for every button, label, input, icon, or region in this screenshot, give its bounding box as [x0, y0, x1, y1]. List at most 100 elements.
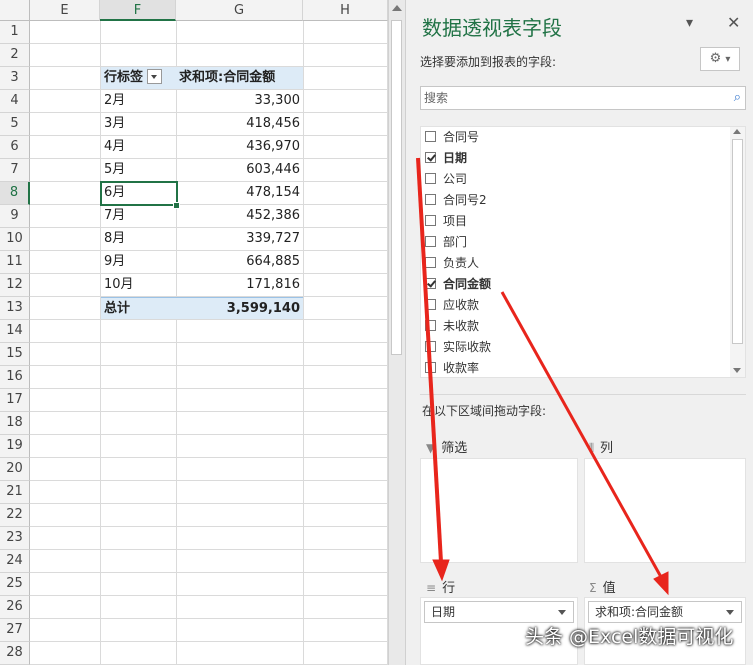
row-header[interactable]: 9 — [0, 205, 30, 228]
checkbox-checked[interactable] — [425, 152, 436, 163]
checkbox[interactable] — [425, 215, 436, 226]
pivot-row-value[interactable]: 664,885 — [176, 251, 303, 273]
row-header[interactable]: 25 — [0, 573, 30, 596]
gridline — [30, 365, 388, 366]
sheet-vertical-scrollbar[interactable] — [388, 0, 405, 665]
pivot-row-value[interactable]: 478,154 — [176, 182, 303, 204]
pivot-total-label[interactable]: 总计 — [101, 297, 176, 319]
row-header[interactable]: 10 — [0, 228, 30, 251]
field-item-receivable[interactable]: 应收款 — [425, 295, 479, 316]
pivot-row-label[interactable]: 8月 — [101, 228, 176, 250]
pivot-row-label[interactable]: 7月 — [101, 205, 176, 227]
row-header[interactable]: 26 — [0, 596, 30, 619]
row-header[interactable]: 3 — [0, 67, 30, 90]
pivot-row-value[interactable]: 33,300 — [176, 90, 303, 112]
row-header[interactable]: 11 — [0, 251, 30, 274]
rows-field-dropdown[interactable]: 日期 — [424, 601, 574, 623]
checkbox[interactable] — [425, 257, 436, 268]
row-header[interactable]: 22 — [0, 504, 30, 527]
pivot-row-label[interactable]: 3月 — [101, 113, 176, 135]
pivot-row-value[interactable]: 452,386 — [176, 205, 303, 227]
fill-handle[interactable] — [173, 202, 180, 209]
checkbox[interactable] — [425, 362, 436, 373]
row-header[interactable]: 13 — [0, 297, 30, 320]
checkbox[interactable] — [425, 194, 436, 205]
row-header[interactable]: 18 — [0, 412, 30, 435]
row-header[interactable]: 16 — [0, 366, 30, 389]
pivot-row-label[interactable]: 2月 — [101, 90, 176, 112]
column-header-h[interactable]: H — [303, 0, 388, 21]
pane-options-chevron-down-icon[interactable]: ▾ — [686, 15, 693, 31]
column-header-g[interactable]: G — [176, 0, 303, 21]
field-list-scrollbar[interactable] — [730, 127, 745, 377]
pivot-row-value[interactable]: 339,727 — [176, 228, 303, 250]
pivot-row-value[interactable]: 418,456 — [176, 113, 303, 135]
scrollbar-thumb[interactable] — [391, 20, 402, 355]
field-item-company[interactable]: 公司 — [425, 169, 467, 190]
checkbox[interactable] — [425, 299, 436, 310]
pivot-row-label[interactable]: 10月 — [101, 274, 176, 296]
field-item-contract-no-2[interactable]: 合同号2 — [425, 190, 487, 211]
close-icon[interactable]: ✕ — [727, 13, 740, 32]
field-list[interactable]: 合同号 日期 公司 合同号2 项目 部门 负责人 合同金额 应收款 未收款 实际… — [420, 126, 746, 378]
row-header[interactable]: 2 — [0, 44, 30, 67]
checkbox[interactable] — [425, 341, 436, 352]
scrollbar-thumb[interactable] — [732, 139, 743, 344]
row-header[interactable]: 23 — [0, 527, 30, 550]
checkbox[interactable] — [425, 131, 436, 142]
spreadsheet-grid[interactable]: E F G H 1 2 3 4 5 6 7 8 9 10 11 12 13 14… — [0, 0, 388, 665]
pivot-row-label[interactable]: 4月 — [101, 136, 176, 158]
row-header[interactable]: 14 — [0, 320, 30, 343]
filter-drop-area[interactable] — [420, 458, 578, 563]
field-search-input[interactable]: 搜索 ⌕ — [420, 86, 746, 110]
row-header[interactable]: 15 — [0, 343, 30, 366]
column-header-f[interactable]: F — [100, 0, 176, 21]
pivot-row-value[interactable]: 171,816 — [176, 274, 303, 296]
row-header[interactable]: 17 — [0, 389, 30, 412]
tools-gear-button[interactable]: ⚙ ▾ — [700, 47, 740, 71]
row-header[interactable]: 21 — [0, 481, 30, 504]
field-item-contract-no[interactable]: 合同号 — [425, 127, 479, 148]
row-header[interactable]: 6 — [0, 136, 30, 159]
pivot-row-value[interactable]: 436,970 — [176, 136, 303, 158]
field-item-owner[interactable]: 负责人 — [425, 253, 479, 274]
columns-drop-area[interactable] — [584, 458, 746, 563]
search-icon[interactable]: ⌕ — [734, 87, 741, 109]
row-header[interactable]: 12 — [0, 274, 30, 297]
row-header[interactable]: 7 — [0, 159, 30, 182]
checkbox[interactable] — [425, 320, 436, 331]
field-item-uncollected[interactable]: 未收款 — [425, 316, 479, 337]
field-item-collection-rate[interactable]: 收款率 — [425, 358, 479, 377]
filter-dropdown-icon[interactable] — [147, 69, 163, 84]
row-header[interactable]: 1 — [0, 21, 30, 44]
scroll-up-arrow-icon[interactable] — [392, 5, 402, 11]
pivot-row-label-header[interactable]: 行标签 — [101, 67, 176, 89]
field-item-project[interactable]: 项目 — [425, 211, 467, 232]
scroll-down-arrow-icon[interactable] — [733, 368, 741, 373]
row-header[interactable]: 20 — [0, 458, 30, 481]
checkbox[interactable] — [425, 173, 436, 184]
row-header[interactable]: 28 — [0, 642, 30, 665]
select-all-corner[interactable] — [0, 0, 30, 21]
column-header-e[interactable]: E — [30, 0, 100, 21]
pivot-value-header[interactable]: 求和项:合同金额 — [176, 67, 303, 89]
row-header[interactable]: 27 — [0, 619, 30, 642]
row-header[interactable]: 5 — [0, 113, 30, 136]
pivot-row-label[interactable]: 9月 — [101, 251, 176, 273]
checkbox-checked[interactable] — [425, 278, 436, 289]
pivot-total-value[interactable]: 3,599,140 — [176, 297, 303, 319]
row-header[interactable]: 24 — [0, 550, 30, 573]
row-header-selected[interactable]: 8 — [0, 182, 30, 205]
row-header[interactable]: 4 — [0, 90, 30, 113]
values-field-dropdown[interactable]: 求和项:合同金额 — [588, 601, 742, 623]
pivot-row-label[interactable]: 5月 — [101, 159, 176, 181]
rows-area-title: 行 — [442, 581, 456, 596]
field-item-date[interactable]: 日期 — [425, 148, 467, 169]
checkbox[interactable] — [425, 236, 436, 247]
scroll-up-arrow-icon[interactable] — [733, 129, 741, 134]
field-item-contract-amount[interactable]: 合同金额 — [425, 274, 491, 295]
field-item-department[interactable]: 部门 — [425, 232, 467, 253]
row-header[interactable]: 19 — [0, 435, 30, 458]
pivot-row-value[interactable]: 603,446 — [176, 159, 303, 181]
field-item-actual-received[interactable]: 实际收款 — [425, 337, 491, 358]
